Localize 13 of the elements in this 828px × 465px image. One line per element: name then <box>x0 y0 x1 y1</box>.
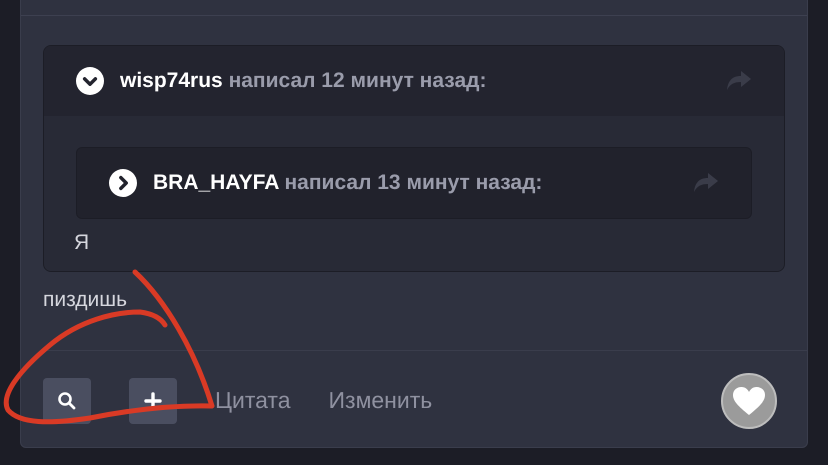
author-name[interactable]: wisp74rus <box>120 69 223 92</box>
action-link[interactable]: Изменить <box>328 383 432 418</box>
search-button[interactable] <box>43 378 91 424</box>
quote-text: Я <box>74 231 90 254</box>
author-name[interactable]: BRA_HAYFA <box>153 171 279 194</box>
action-link[interactable]: Цитата <box>215 383 290 418</box>
post-time: написал 13 минут назад: <box>284 171 542 194</box>
post-time: написал 12 минут назад: <box>228 69 486 92</box>
search-icon <box>57 390 77 410</box>
post-text: пиздишь <box>43 288 128 311</box>
chevron-right-icon[interactable] <box>109 169 137 197</box>
chevron-down-icon[interactable] <box>76 67 104 95</box>
heart-icon <box>732 386 766 416</box>
